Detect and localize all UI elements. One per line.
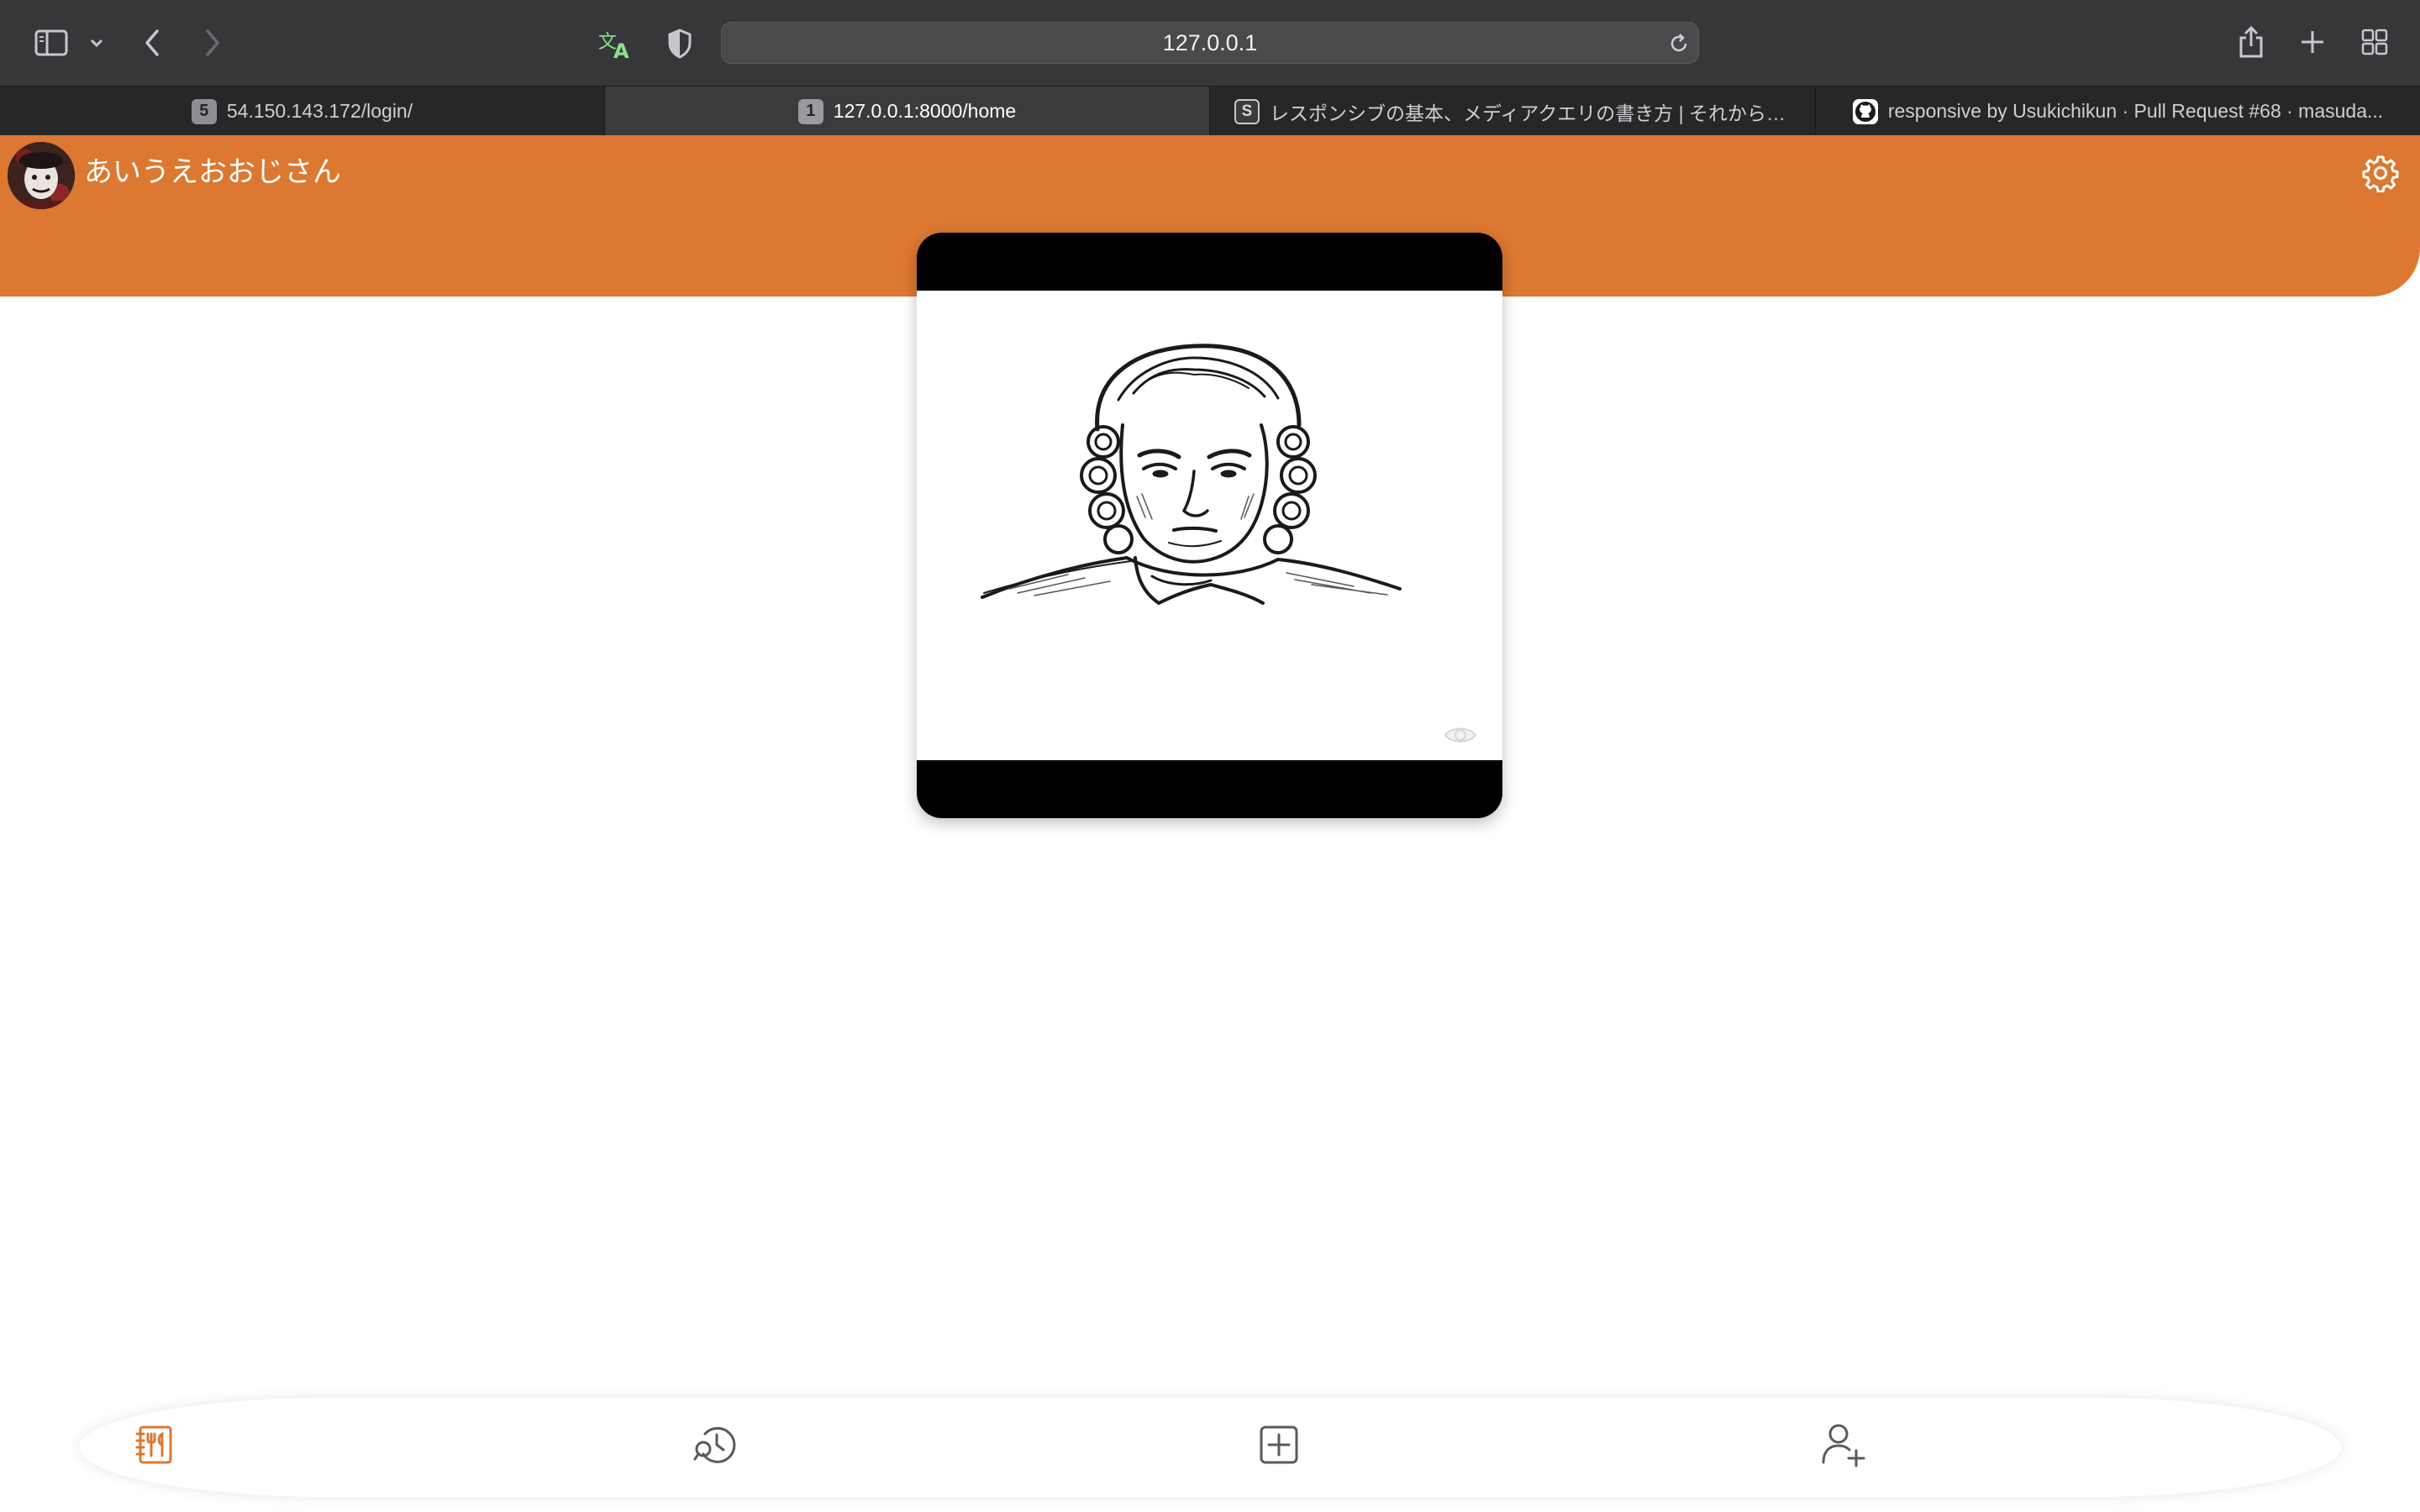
- post-card[interactable]: [917, 233, 1502, 818]
- avatar[interactable]: [8, 142, 75, 209]
- eye-icon[interactable]: [1443, 724, 1478, 746]
- tab-title: レスポンシブの基本、メディアクエリの書き方 | それからデザイン...: [1270, 102, 1791, 124]
- gear-icon[interactable]: [2361, 154, 2400, 193]
- nav-add-button[interactable]: [1254, 1421, 1304, 1472]
- tab-badge: 1: [797, 98, 823, 124]
- tab-overview-icon[interactable]: [2360, 27, 2390, 57]
- nav-history-button[interactable]: [691, 1421, 741, 1472]
- back-icon[interactable]: [139, 27, 165, 59]
- browser-toolbar: 文A 127.0.0.1: [0, 0, 2420, 86]
- tab-title: 54.150.143.172/login/: [226, 100, 413, 122]
- svg-text:A: A: [613, 39, 629, 60]
- tab-title: responsive by Usukichikun · Pull Request…: [1887, 100, 2384, 122]
- tab-bar: 5 54.150.143.172/login/ 1 127.0.0.1:8000…: [0, 86, 2420, 136]
- new-tab-icon[interactable]: [2297, 27, 2328, 57]
- add-square-icon: [1258, 1424, 1300, 1470]
- add-user-icon: [1820, 1422, 1867, 1472]
- nav-recipes-button[interactable]: [129, 1421, 180, 1472]
- forward-icon[interactable]: [200, 27, 225, 59]
- portrait-image: [917, 291, 1502, 760]
- username: あいうえおおじさん: [84, 156, 341, 188]
- address-bar[interactable]: 127.0.0.1: [721, 22, 1699, 64]
- tab-github[interactable]: responsive by Usukichikun · Pull Request…: [1815, 87, 2420, 136]
- bottom-nav: [79, 1398, 2341, 1497]
- tab-title: 127.0.0.1:8000/home: [833, 100, 1017, 122]
- privacy-shield-icon[interactable]: [666, 27, 694, 60]
- menu-book-icon: [134, 1424, 176, 1470]
- github-icon: [1852, 98, 1878, 124]
- tab-home[interactable]: 1 127.0.0.1:8000/home: [604, 87, 1209, 136]
- tab-login[interactable]: 5 54.150.143.172/login/: [0, 87, 604, 136]
- history-search-icon: [693, 1424, 739, 1470]
- sidebar-icon[interactable]: [34, 27, 69, 59]
- chevron-down-icon[interactable]: [87, 34, 106, 52]
- tab-article[interactable]: S レスポンシブの基本、メディアクエリの書き方 | それからデザイン...: [1209, 87, 1815, 136]
- reload-icon[interactable]: [1666, 31, 1691, 56]
- share-icon[interactable]: [2237, 24, 2265, 60]
- tab-badge: S: [1234, 98, 1260, 124]
- translate-icon[interactable]: 文A: [598, 27, 635, 60]
- url-text: 127.0.0.1: [1162, 29, 1258, 55]
- nav-add-user-button[interactable]: [1818, 1421, 1869, 1472]
- tab-badge: 5: [191, 98, 217, 124]
